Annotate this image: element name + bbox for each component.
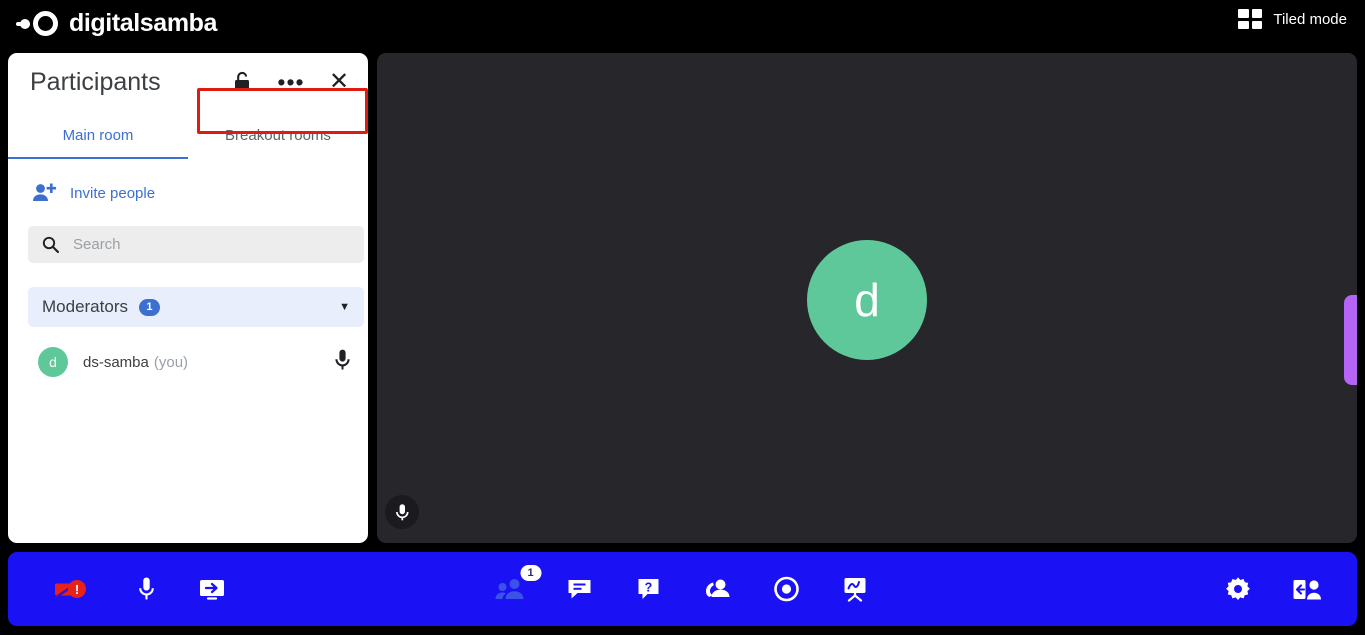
participants-button[interactable]: 1 [493,565,541,606]
group-name: Moderators [42,297,128,316]
brand-name: digitalsamba [69,8,218,37]
chat-button[interactable] [562,572,596,606]
panel-actions: ••• ✕ [230,69,352,95]
top-bar: digitalsamba Tiled mode [0,0,1365,46]
tiled-mode-button[interactable]: Tiled mode [1238,9,1347,29]
unlock-icon[interactable] [230,69,256,95]
qa-button[interactable]: ? [631,572,665,606]
invite-people-label: Invite people [70,184,156,202]
record-circle-icon [773,576,799,602]
toolbar-center-group: 1 ? [493,565,872,606]
leave-meeting-button[interactable] [1290,572,1324,606]
settings-button[interactable] [1221,572,1255,606]
question-mark-icon: ? [638,579,658,599]
whiteboard-icon [844,578,866,602]
group-count-badge: 1 [138,298,160,316]
avatar: d [38,347,68,377]
participants-panel: Participants ••• ✕ Main room Breakout ro… [8,53,368,543]
person-add-icon [33,183,57,201]
invite-people-button[interactable]: Invite people [32,182,368,204]
participants-count-badge: 1 [520,565,541,581]
more-options-glyph: ••• [277,69,305,95]
tiled-mode-label: Tiled mode [1273,10,1347,28]
gear-icon [1226,577,1250,600]
page-title: Participants [30,67,161,96]
tab-breakout-rooms-label: Breakout rooms [225,126,331,144]
raise-hand-icon [705,579,729,597]
panel-header: Participants ••• ✕ [8,53,368,111]
meeting-toolbar: ! 1 ? [8,552,1357,626]
tab-breakout-rooms[interactable]: Breakout rooms [188,111,368,159]
microphone-icon [138,577,154,600]
toolbar-left-group: ! [43,572,229,606]
toolbar-right-group [1221,572,1324,606]
screen-share-button[interactable] [195,572,229,606]
more-options-icon[interactable]: ••• [277,69,305,95]
list-item[interactable]: d ds-samba (you) [28,342,364,382]
search-input[interactable] [73,236,333,253]
search-field[interactable] [28,226,364,263]
microphone-icon[interactable] [333,348,352,377]
microphone-button[interactable] [129,572,163,606]
screen-share-icon [200,580,224,600]
whiteboard-button[interactable] [838,572,872,606]
video-stage[interactable]: d [377,53,1357,543]
digitalsamba-logo-icon [16,8,58,38]
close-icon[interactable]: ✕ [326,69,352,95]
leave-meeting-icon [1293,579,1321,599]
record-button[interactable] [769,572,803,606]
svg-text:?: ? [644,581,652,595]
chevron-down-icon[interactable]: ▼ [339,301,350,313]
participant-you-label: (you) [153,353,189,371]
tab-main-room[interactable]: Main room [8,111,188,159]
brand: digitalsamba [16,8,217,38]
search-icon [42,236,59,253]
panel-tabs: Main room Breakout rooms [8,88,368,159]
microphone-icon [385,495,419,529]
raise-hand-button[interactable] [700,572,734,606]
people-icon [495,579,523,599]
grid-2x2-icon [1238,9,1263,29]
participant-name: ds-samba [83,353,149,371]
video-conference-app: digitalsamba Tiled mode Participants ••• [0,0,1365,635]
close-glyph: ✕ [328,68,350,95]
chat-bubble-icon [568,580,590,599]
participant-avatar-large: d [807,240,927,360]
group-header-moderators[interactable]: Moderators 1 ▼ [28,287,364,327]
side-panel-handle[interactable] [1344,295,1357,385]
camera-off-button[interactable]: ! [43,572,97,606]
camera-alert-badge: ! [68,580,86,598]
tab-main-room-label: Main room [62,126,134,144]
